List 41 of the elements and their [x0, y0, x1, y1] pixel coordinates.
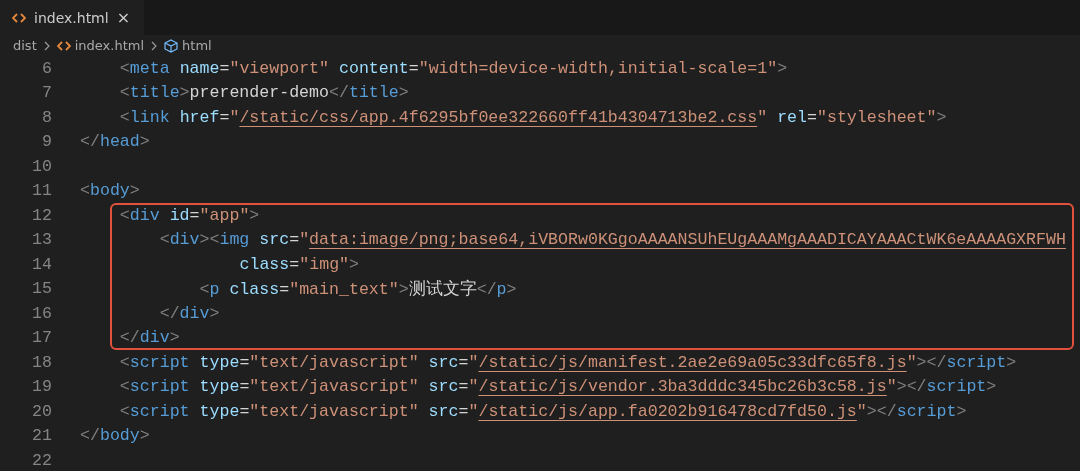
code-line: <div id="app"> — [118, 205, 260, 225]
cube-icon — [164, 38, 179, 53]
line-number: 16 — [31, 303, 52, 323]
line-number: 12 — [31, 205, 52, 225]
line-number: 22 — [31, 450, 52, 470]
code-line: <meta name="viewport" content="width=device-width,initial-scale=1"> — [118, 58, 788, 78]
line-number: 15 — [31, 279, 52, 299]
breadcrumb-item[interactable]: dist — [13, 38, 37, 53]
line-number: 21 — [31, 426, 52, 446]
line-number: 17 — [31, 328, 52, 348]
line-number: 10 — [31, 156, 52, 176]
code-line: <script type="text/javascript" src="/static/js/vendor.3ba3dddc345bc26b3c58.js"></script> — [118, 377, 997, 397]
code-file-icon — [12, 12, 26, 23]
code-line: <title>prerender-demo</title> — [118, 83, 409, 103]
code-line: </body> — [80, 426, 150, 446]
line-number: 11 — [31, 181, 52, 201]
code-line: class="img"> — [238, 254, 360, 274]
line-number: 6 — [41, 58, 52, 78]
breadcrumb-item[interactable]: html — [182, 38, 212, 53]
code-line: <script type="text/javascript" src="/static/js/app.fa0202b916478cd7fd50.js"></script> — [118, 401, 967, 421]
code-line: </head> — [80, 132, 150, 152]
line-number: 9 — [41, 132, 52, 152]
line-number: 7 — [41, 83, 52, 103]
code-line: <body> — [80, 181, 140, 201]
line-number: 19 — [31, 377, 52, 397]
chevron-icon — [150, 40, 159, 51]
code-line: </div> — [118, 328, 180, 348]
code-line: <link href="/static/css/app.4f6295bf0ee322660ff41b4304713be2.css" rel="stylesheet"> — [118, 107, 947, 127]
line-number: 20 — [31, 401, 52, 421]
chevron-icon — [42, 40, 51, 51]
line-number: 13 — [31, 230, 52, 250]
file-tab[interactable]: index.html × — [0, 0, 145, 35]
code-line: <script type="text/javascript" src="/static/js/manifest.2ae2e69a05c33dfc65f8.js"></script> — [118, 352, 1017, 372]
line-number: 14 — [31, 254, 52, 274]
code-line: </div> — [158, 303, 220, 323]
code-file-icon — [56, 40, 71, 51]
code-line: <div><img src="data:image/png;base64,iVBORw0KGgoAAAANSUhEUgAAAMgAAADICAYAAACtWK6eAAAAGXRFWH — [158, 230, 1066, 250]
breadcrumb-item[interactable]: index.html — [74, 38, 145, 53]
code-line: <p class="main_text">测试文字</p> — [198, 278, 517, 300]
line-number: 18 — [31, 352, 52, 372]
line-number: 8 — [41, 107, 52, 127]
